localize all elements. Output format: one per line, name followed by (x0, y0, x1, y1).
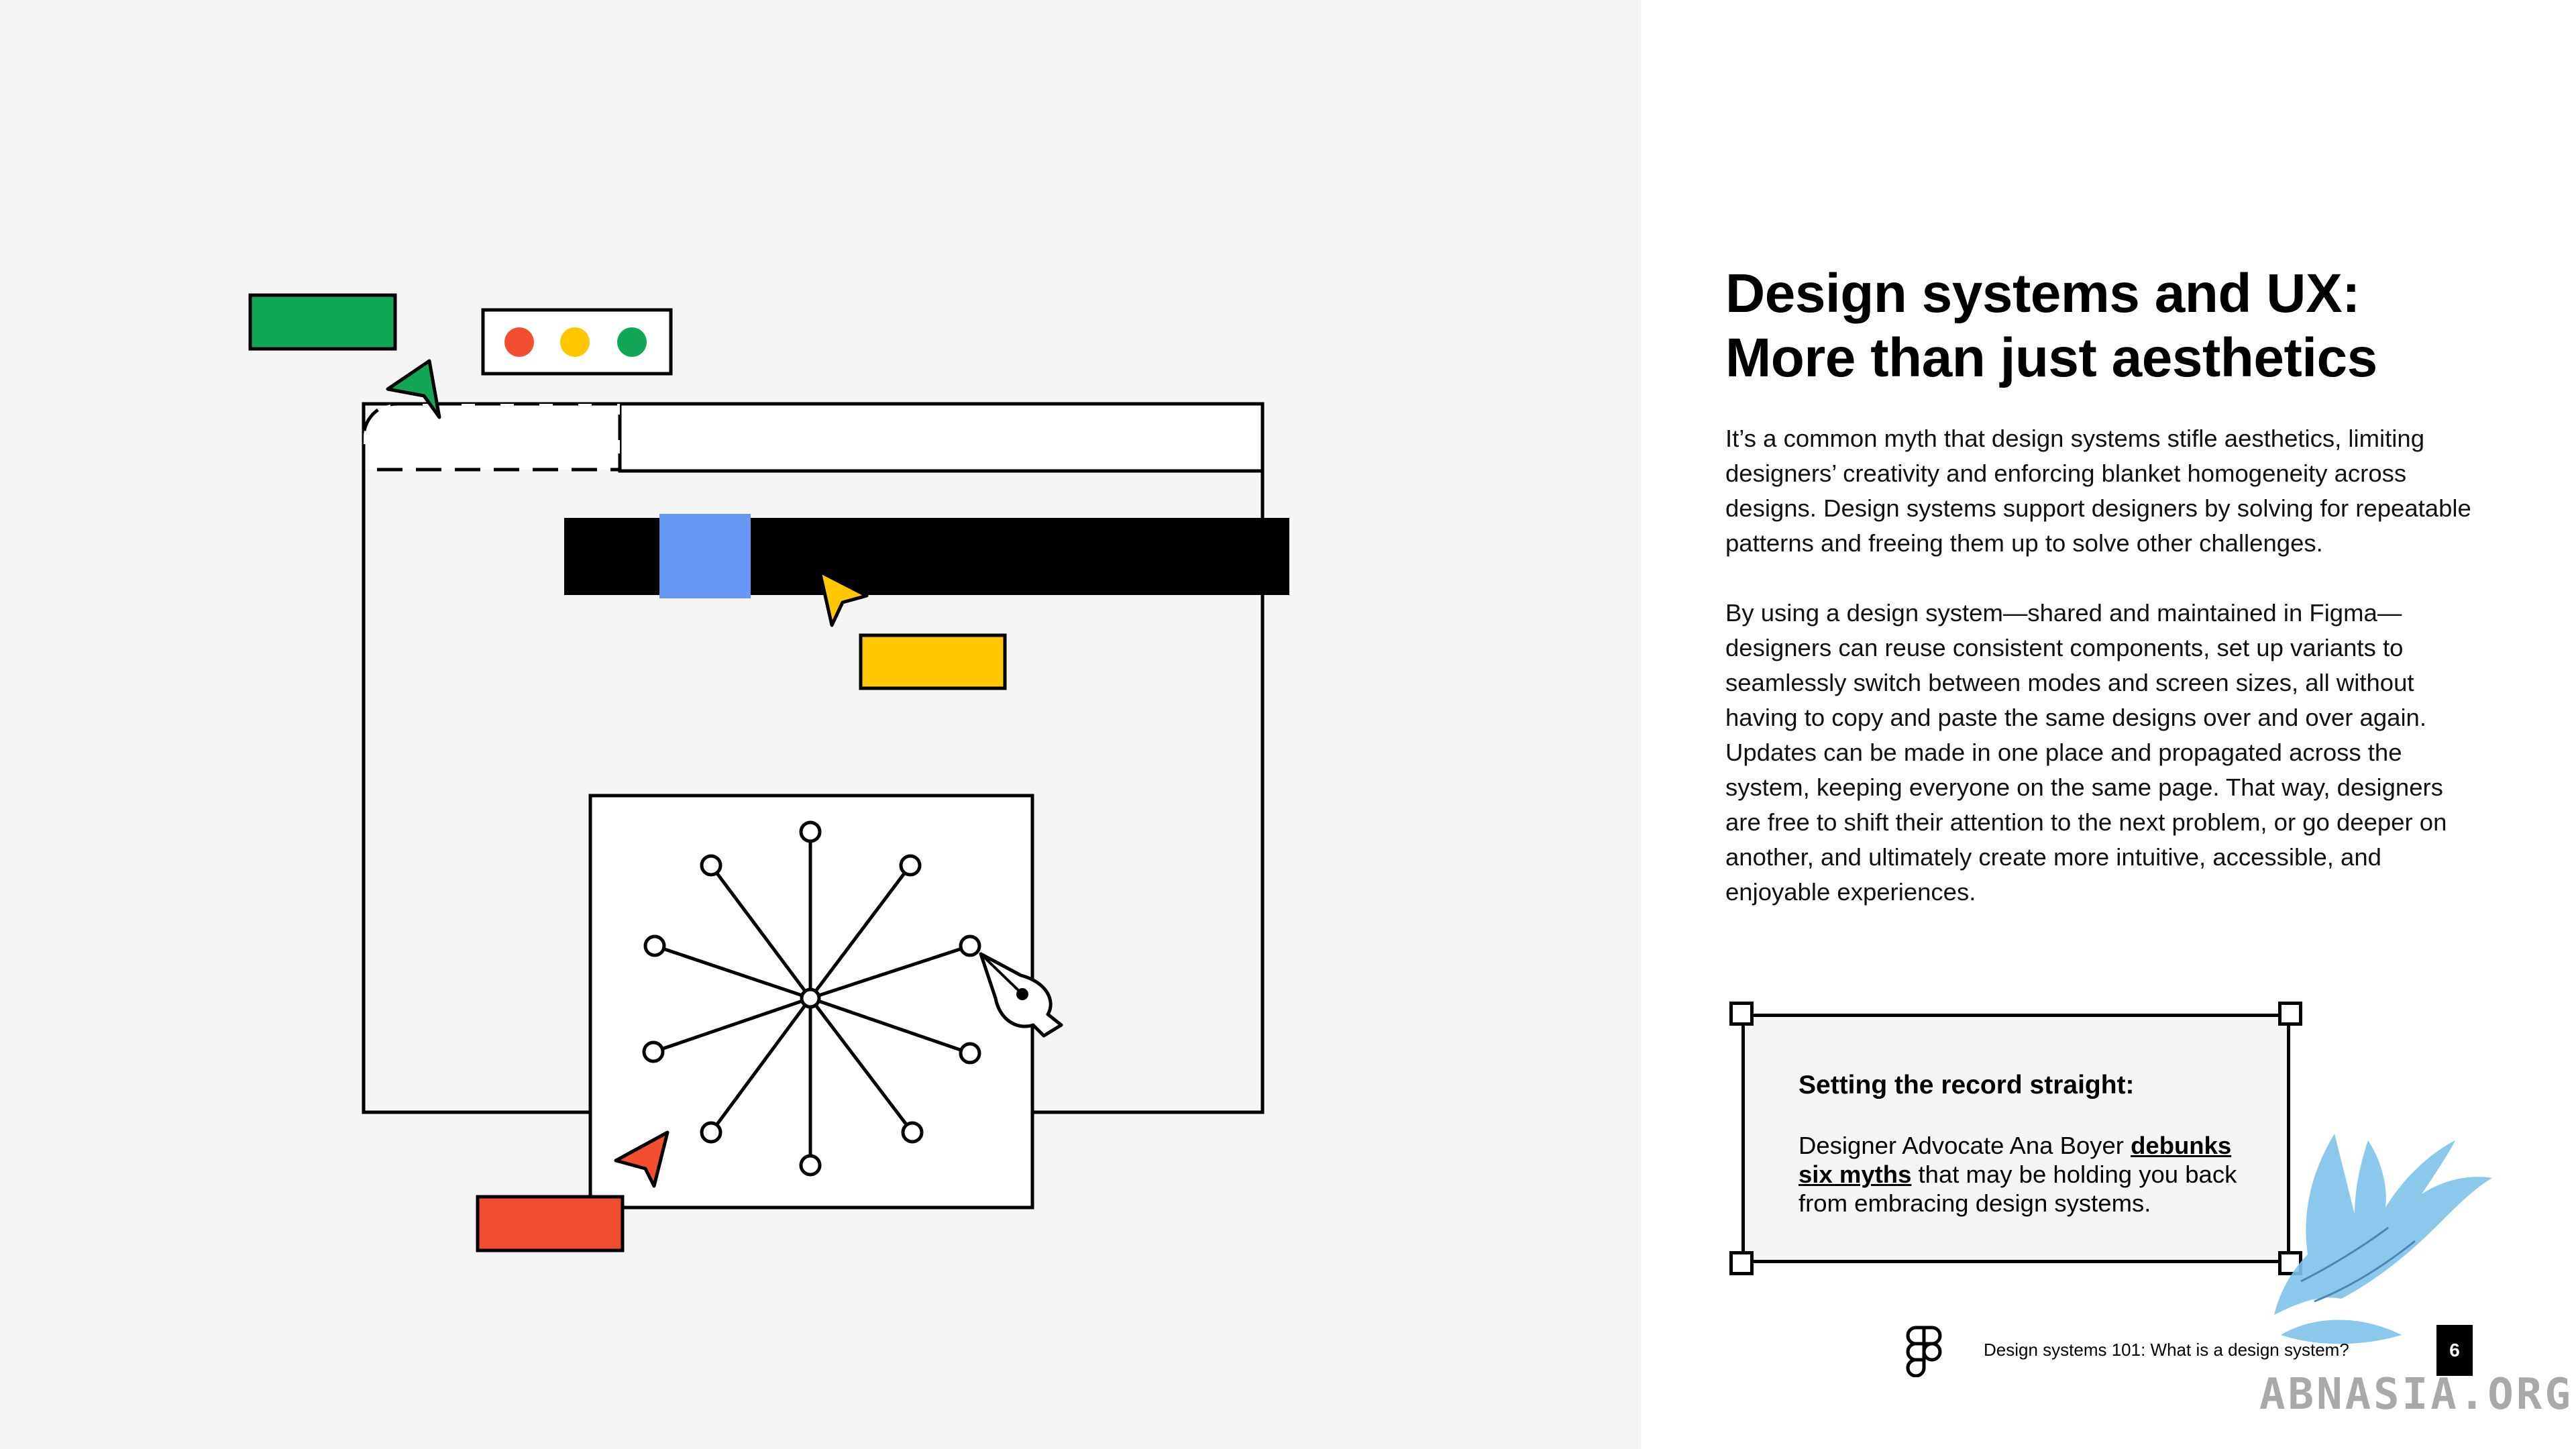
callout-box: Setting the record straight: Designer Ad… (1729, 1002, 2302, 1275)
callout-text: Designer Advocate Ana Boyer debunks six … (1799, 1131, 2261, 1218)
body-paragraph: By using a design system—shared and main… (1725, 599, 2447, 906)
intro-paragraph: It’s a common myth that design systems s… (1725, 425, 2471, 557)
blue-block (659, 514, 751, 598)
callout-text-before: Designer Advocate Ana Boyer (1799, 1132, 2131, 1159)
yellow-block (859, 633, 1007, 690)
selection-handle-top-left (1729, 1002, 1754, 1026)
browser-address-bar (618, 402, 1265, 473)
yellow-dot-icon (560, 327, 590, 357)
design-system-illustration (248, 293, 1289, 1252)
watermark-bird-icon (2274, 1134, 2492, 1344)
dashed-selection-tab (362, 402, 622, 472)
red-dot-icon (504, 327, 534, 357)
selection-handle-top-right (2278, 1002, 2302, 1026)
heading-line-2: More than just aesthetics (1725, 327, 2377, 388)
figma-logo-icon (1906, 1326, 1942, 1377)
red-block (476, 1195, 625, 1252)
callout-title: Setting the record straight: (1799, 1071, 2135, 1099)
watermark-text: ABNASIA.ORG (2259, 1370, 2573, 1419)
heading-line-1: Design systems and UX: (1725, 263, 2360, 324)
green-dot-icon (617, 327, 647, 357)
selection-handle-bottom-left (1729, 1251, 1754, 1275)
page-heading: Design systems and UX: More than just ae… (1725, 262, 2497, 390)
green-block (248, 293, 397, 351)
